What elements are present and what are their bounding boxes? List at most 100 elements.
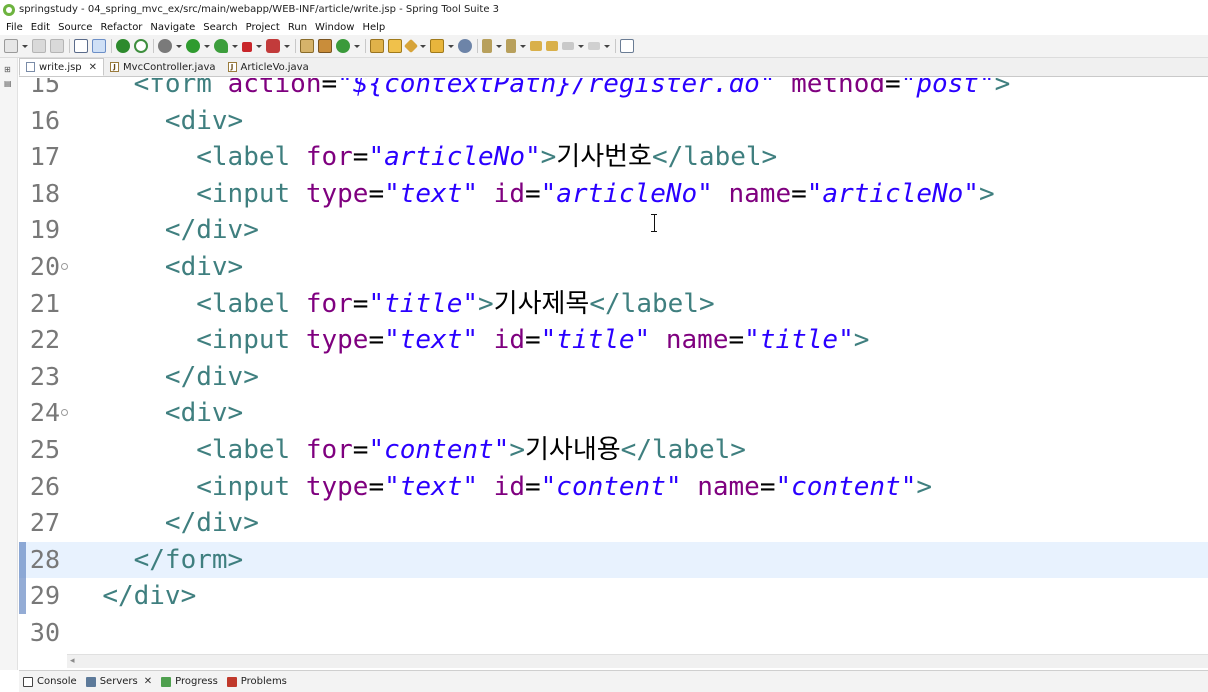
menu-bar: File Edit Source Refactor Navigate Searc… xyxy=(0,19,1208,35)
fold-toggle-icon[interactable] xyxy=(61,263,68,270)
next-annotation-icon[interactable] xyxy=(482,39,492,53)
run-dropdown-icon[interactable] xyxy=(204,44,210,48)
tab-servers[interactable]: Servers ✕ xyxy=(82,672,157,692)
back-dropdown-icon[interactable] xyxy=(578,44,584,48)
code-line[interactable]: 20 <div> xyxy=(19,249,1208,286)
search-dropdown-icon[interactable] xyxy=(420,44,426,48)
tab-label: MvcController.java xyxy=(123,61,216,73)
toolbar-separator xyxy=(111,39,112,53)
tab-mvccontroller-java[interactable]: J MvcController.java xyxy=(104,58,221,76)
new-class-icon[interactable] xyxy=(336,39,350,53)
new-file-icon[interactable] xyxy=(4,39,18,53)
code-line[interactable]: 21 <label for="title">기사제목</label> xyxy=(19,286,1208,323)
scroll-left-icon[interactable]: ◂ xyxy=(70,656,75,666)
close-icon[interactable]: ✕ xyxy=(144,676,152,687)
code-text: <div> xyxy=(164,398,244,429)
code-text: </div> xyxy=(164,508,259,539)
open-task-icon[interactable] xyxy=(388,39,402,53)
line-number: 30 xyxy=(29,618,60,647)
server-icon[interactable] xyxy=(266,39,280,53)
debug-icon[interactable] xyxy=(158,39,172,53)
code-text: <label for="articleNo">기사번호</label> xyxy=(196,142,778,173)
back-history-icon[interactable] xyxy=(546,41,558,51)
open-type-icon[interactable] xyxy=(370,39,384,53)
code-line[interactable]: 25 <label for="content">기사내용</label> xyxy=(19,432,1208,469)
code-line[interactable]: 19 </div> xyxy=(19,212,1208,249)
line-number: 19 xyxy=(29,215,60,245)
code-line[interactable]: 15 <form action="${contextPath}/register… xyxy=(19,78,1208,103)
menu-project[interactable]: Project xyxy=(242,22,284,33)
previous-annotation-dropdown-icon[interactable] xyxy=(520,44,526,48)
refresh-icon[interactable] xyxy=(134,39,148,53)
new-class-dropdown-icon[interactable] xyxy=(354,44,360,48)
tab-articlevo-java[interactable]: J ArticleVo.java xyxy=(222,58,315,76)
line-number: 17 xyxy=(29,142,60,172)
server-dropdown-icon[interactable] xyxy=(284,44,290,48)
print-icon[interactable] xyxy=(74,39,88,53)
external-tools-icon[interactable] xyxy=(214,39,228,53)
horizontal-scrollbar[interactable]: ◂ xyxy=(67,654,1208,668)
menu-edit[interactable]: Edit xyxy=(27,22,54,33)
menu-window[interactable]: Window xyxy=(311,22,358,33)
ide-window: springstudy - 04_spring_mvc_ex/src/main/… xyxy=(0,0,1208,692)
menu-run[interactable]: Run xyxy=(284,22,311,33)
run-icon[interactable] xyxy=(186,39,200,53)
code-text: <div> xyxy=(164,252,244,282)
save-all-icon[interactable] xyxy=(50,39,64,53)
menu-help[interactable]: Help xyxy=(358,22,389,33)
folder-dropdown-icon[interactable] xyxy=(448,44,454,48)
web-browser-icon[interactable] xyxy=(458,39,472,53)
debug-dropdown-icon[interactable] xyxy=(176,44,182,48)
java-file-icon: J xyxy=(227,62,237,72)
stop-icon[interactable] xyxy=(242,42,252,52)
new-dropdown-icon[interactable] xyxy=(22,44,28,48)
close-icon[interactable]: ✕ xyxy=(89,62,97,73)
menu-refactor[interactable]: Refactor xyxy=(96,22,146,33)
code-line[interactable]: 18 <input type="text" id="articleNo" nam… xyxy=(19,176,1208,213)
menu-file[interactable]: File xyxy=(2,22,27,33)
tab-write-jsp[interactable]: write.jsp ✕ xyxy=(19,58,105,76)
code-line[interactable]: 26 <input type="text" id="content" name=… xyxy=(19,469,1208,506)
code-text: <label for="content">기사내용</label> xyxy=(196,435,746,465)
new-java-project-icon[interactable] xyxy=(300,39,314,53)
save-icon[interactable] xyxy=(32,39,46,53)
code-text: <div> xyxy=(164,105,244,136)
package-explorer-icon[interactable]: ▤ xyxy=(4,80,14,88)
restore-icon[interactable]: ⊞ xyxy=(4,66,14,74)
code-line[interactable]: 28 </form> xyxy=(19,541,1208,579)
code-text: </div> xyxy=(164,361,259,392)
menu-source[interactable]: Source xyxy=(54,22,96,33)
fold-toggle-icon[interactable] xyxy=(61,409,68,417)
open-folder-icon[interactable] xyxy=(430,39,444,53)
spring-boot-icon[interactable] xyxy=(116,39,130,53)
next-annotation-dropdown-icon[interactable] xyxy=(496,44,502,48)
previous-annotation-icon[interactable] xyxy=(506,39,516,53)
menu-navigate[interactable]: Navigate xyxy=(146,22,199,33)
tab-progress[interactable]: Progress xyxy=(157,672,223,692)
code-text: <label for="title">기사제목</label> xyxy=(196,288,715,319)
external-tools-dropdown-icon[interactable] xyxy=(232,44,238,48)
code-line[interactable]: 22 <input type="text" id="title" name="t… xyxy=(19,322,1208,359)
back-icon[interactable] xyxy=(562,42,574,50)
code-line[interactable]: 17 <label for="articleNo">기사번호</label> xyxy=(19,139,1208,176)
toggle-selection-icon[interactable] xyxy=(92,39,106,53)
code-line[interactable]: 29 </div> xyxy=(19,578,1208,615)
editor-tab-bar: write.jsp ✕ J MvcController.java J Artic… xyxy=(19,58,1208,77)
tab-problems[interactable]: Problems xyxy=(223,672,292,692)
last-edit-location-icon[interactable] xyxy=(530,41,542,51)
stop-dropdown-icon[interactable] xyxy=(256,44,262,48)
code-line[interactable]: 16 <div> xyxy=(19,103,1208,140)
search-icon[interactable] xyxy=(403,38,419,54)
code-line[interactable]: 24 <div> xyxy=(19,395,1208,432)
new-package-icon[interactable] xyxy=(318,39,332,53)
open-perspective-icon[interactable] xyxy=(620,39,634,53)
code-editor[interactable]: 15 <form action="${contextPath}/register… xyxy=(19,78,1208,654)
toolbar-separator xyxy=(365,39,366,53)
code-line[interactable]: 27 </div> xyxy=(19,505,1208,542)
forward-dropdown-icon[interactable] xyxy=(604,44,610,48)
code-line[interactable]: 23 </div> xyxy=(19,359,1208,396)
tab-console[interactable]: Console xyxy=(19,672,82,692)
forward-icon[interactable] xyxy=(588,42,600,50)
code-line[interactable]: 30 xyxy=(19,615,1208,652)
menu-search[interactable]: Search xyxy=(199,22,241,33)
